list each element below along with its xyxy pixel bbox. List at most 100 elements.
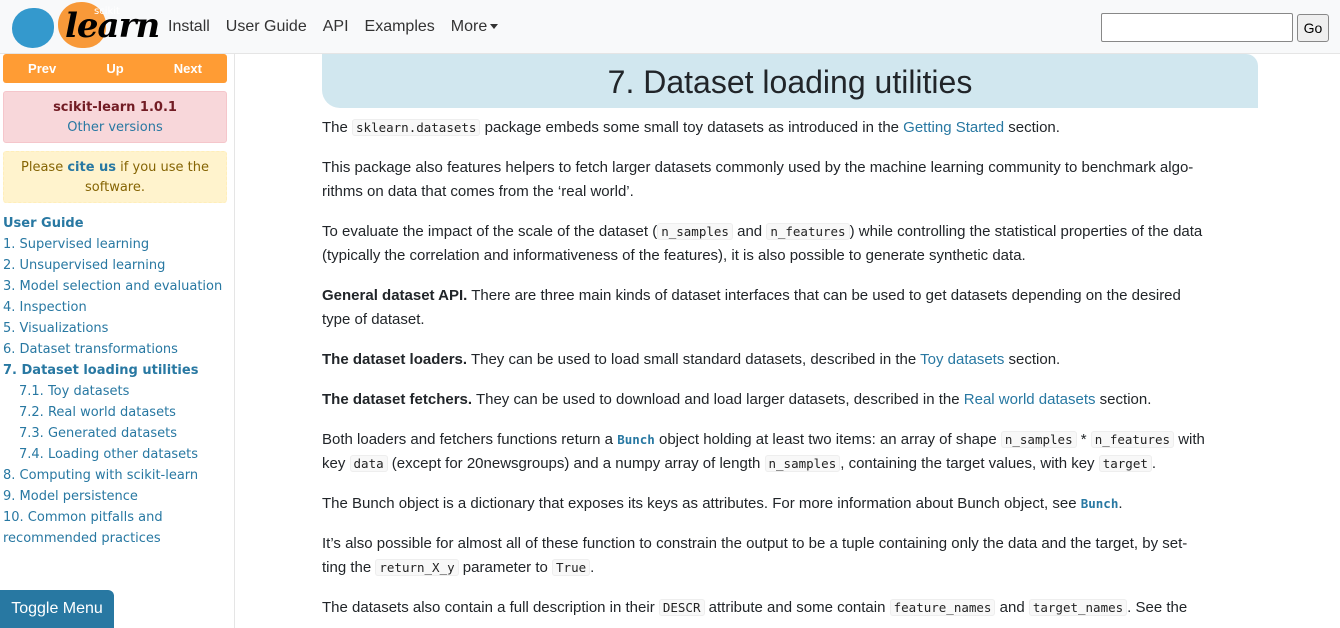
paragraph-fetchers: The dataset fetchers. They can be used t… xyxy=(322,388,1258,412)
text: . See the xyxy=(1127,599,1188,616)
code-true: True xyxy=(552,559,591,576)
code-n-samples: n_samples xyxy=(1000,431,1077,448)
toc-subitem-loading-other[interactable]: 7.4. Loading other datasets xyxy=(3,444,231,465)
text: object holding at least two items: an ar… xyxy=(654,431,1001,448)
code-data: data xyxy=(349,455,388,472)
code-n-features: n_features xyxy=(1090,431,1175,448)
text: section. xyxy=(1095,391,1152,408)
logo-blue-blob xyxy=(12,8,54,48)
paragraph-loaders: The dataset loaders. They can be used to… xyxy=(322,348,1258,372)
toc-subitem-real-world[interactable]: 7.2. Real world datasets xyxy=(3,402,231,423)
code-n-samples: n_samples xyxy=(764,455,841,472)
user-guide-toc: User Guide 1. Supervised learning 2. Uns… xyxy=(3,213,231,549)
toc-item-dataset-transformations[interactable]: 6. Dataset transformations xyxy=(3,339,231,360)
text: . xyxy=(1151,455,1157,472)
search-input[interactable] xyxy=(1101,13,1293,42)
up-button[interactable]: Up xyxy=(106,61,123,76)
nav-links: Install User Guide API Examples More xyxy=(160,0,506,54)
toc-subitem-toy[interactable]: 7.1. Toy datasets xyxy=(3,381,231,402)
page-title: 7. Dataset loading utilities xyxy=(322,54,1258,108)
text: They can be used to download and load la… xyxy=(472,391,964,408)
logo-scikit-text: scikit xyxy=(94,6,120,17)
caret-down-icon xyxy=(490,24,499,30)
toc-item-visualizations[interactable]: 5. Visualizations xyxy=(3,318,231,339)
text: The Bunch object is a dictionary that ex… xyxy=(322,495,1081,512)
text: (except for 20newsgroups) and a numpy ar… xyxy=(387,455,765,472)
bunch-link[interactable]: Bunch xyxy=(617,432,655,447)
version-title: scikit-learn 1.0.1 xyxy=(53,100,177,115)
text: package embeds some small toy datasets a… xyxy=(480,119,904,136)
code-n-samples: n_samples xyxy=(657,223,733,240)
bunch-link[interactable]: Bunch xyxy=(1081,496,1119,511)
text: attribute and some contain xyxy=(704,599,890,616)
toc-item-dataset-loading[interactable]: 7. Dataset loading utilities xyxy=(3,360,231,381)
nav-examples[interactable]: Examples xyxy=(365,18,435,36)
bold-text: The dataset loaders. xyxy=(322,351,468,368)
text: They can be used to load small standard … xyxy=(467,351,921,368)
paragraph-fetch-helpers: This package also features helpers to fe… xyxy=(322,156,1258,204)
toc-item-unsupervised[interactable]: 2. Unsupervised learning xyxy=(3,255,231,276)
paragraph-bunch-dict: The Bunch object is a dictionary that ex… xyxy=(322,492,1258,516)
text: To evaluate the impact of the scale of t… xyxy=(322,223,658,240)
cite-box: Please cite us if you use the software. xyxy=(3,151,227,203)
toc-item-model-selection[interactable]: 3. Model selection and evaluation xyxy=(3,276,231,297)
text: , containing the target values, with key xyxy=(840,455,1099,472)
paragraph-bunch-return: Both loaders and fetchers functions retu… xyxy=(322,428,1258,476)
text-line: (typically the correlation and informati… xyxy=(322,247,1026,264)
toc-item-pitfalls-cont[interactable]: recommended practices xyxy=(3,528,231,549)
text: and xyxy=(995,599,1029,616)
nav-more-dropdown[interactable]: More xyxy=(450,18,499,36)
cite-us-link[interactable]: cite us xyxy=(67,160,116,175)
text-line: This package also features helpers to fe… xyxy=(322,159,1194,176)
toc-item-computing[interactable]: 8. Computing with scikit-learn xyxy=(3,465,231,486)
code-descr: DESCR xyxy=(658,599,705,616)
text-line: rithms on data that comes from the ‘real… xyxy=(322,183,634,200)
toc-item-pitfalls[interactable]: 10. Common pitfalls and xyxy=(3,507,231,528)
paragraph-scale: To evaluate the impact of the scale of t… xyxy=(322,220,1258,268)
toc-item-persistence[interactable]: 9. Model persistence xyxy=(3,486,231,507)
text: . xyxy=(1118,495,1123,512)
toc-item-supervised[interactable]: 1. Supervised learning xyxy=(3,234,231,255)
bold-text: The dataset fetchers. xyxy=(322,391,473,408)
prev-button[interactable]: Prev xyxy=(28,61,56,76)
other-versions-link[interactable]: Other versions xyxy=(4,120,226,135)
code-feature-names: feature_names xyxy=(889,599,996,616)
paragraph-general-api: General dataset API. There are three mai… xyxy=(322,284,1258,332)
real-world-datasets-link[interactable]: Real world datasets xyxy=(964,391,1096,408)
toc-item-inspection[interactable]: 4. Inspection xyxy=(3,297,231,318)
pager-bar: Prev Up Next xyxy=(3,54,227,83)
text: section. xyxy=(1004,119,1060,136)
toy-datasets-link[interactable]: Toy datasets xyxy=(920,351,1004,368)
text: The datasets also contain a full descrip… xyxy=(322,599,659,616)
nav-more-label: More xyxy=(450,18,488,35)
text: and xyxy=(732,223,767,240)
text: section. xyxy=(1004,351,1061,368)
text: * xyxy=(1076,431,1091,448)
toc-heading[interactable]: User Guide xyxy=(3,213,231,234)
nav-user-guide[interactable]: User Guide xyxy=(226,18,307,36)
toggle-menu-button[interactable]: Toggle Menu xyxy=(0,590,114,628)
paragraph-return-x-y: It’s also possible for almost all of the… xyxy=(322,532,1258,580)
text: There are three main kinds of dataset in… xyxy=(467,287,1181,304)
text: . xyxy=(590,559,595,576)
text: The xyxy=(322,119,353,136)
top-navbar: learn scikit Install User Guide API Exam… xyxy=(0,0,1340,54)
sidebar: Prev Up Next scikit-learn 1.0.1 Other ve… xyxy=(0,54,235,628)
getting-started-link[interactable]: Getting Started xyxy=(903,119,1004,136)
paragraph-intro: The sklearn.datasets package embeds some… xyxy=(322,116,1258,140)
version-box: scikit-learn 1.0.1 Other versions xyxy=(3,91,227,143)
code-target-names: target_names xyxy=(1028,599,1128,616)
paragraph-descr: The datasets also contain a full descrip… xyxy=(322,596,1258,620)
toc-subitem-generated[interactable]: 7.3. Generated datasets xyxy=(3,423,231,444)
text: Both loaders and fetchers functions retu… xyxy=(322,431,618,448)
code-sklearn-datasets: sklearn.datasets xyxy=(352,119,481,136)
scikit-learn-logo[interactable]: learn scikit xyxy=(10,2,160,52)
code-target: target xyxy=(1098,455,1152,472)
text-line: type of dataset. xyxy=(322,311,425,328)
search-go-button[interactable]: Go xyxy=(1297,14,1329,42)
nav-install[interactable]: Install xyxy=(168,18,210,36)
next-button[interactable]: Next xyxy=(174,61,202,76)
bold-text: General dataset API. xyxy=(322,287,468,304)
nav-api[interactable]: API xyxy=(323,18,349,36)
code-n-features: n_features xyxy=(766,223,850,240)
